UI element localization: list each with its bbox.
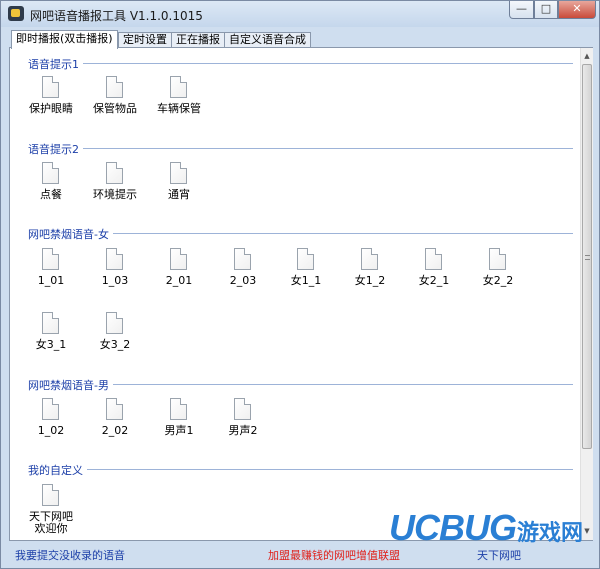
submit-voice-link[interactable]: 我要提交没收录的语音: [15, 547, 125, 563]
section-divider: [28, 148, 573, 149]
voice-list: 语音提示1 保护眼睛 保管物品 车辆保管 语音提示2 点餐 环境提示 通宵 网吧…: [10, 48, 580, 540]
file-icon: [42, 162, 59, 184]
file-icon: [106, 162, 123, 184]
file-icon: [361, 248, 378, 270]
voice-file[interactable]: 男声2: [212, 398, 274, 444]
voice-file[interactable]: 1_03: [84, 248, 146, 294]
file-icon: [297, 248, 314, 270]
file-label: 2_03: [229, 274, 257, 287]
tab-panel: 语音提示1 保护眼睛 保管物品 车辆保管 语音提示2 点餐 环境提示 通宵 网吧…: [9, 47, 593, 541]
close-button[interactable]: ✕: [558, 1, 596, 19]
file-label: 保管物品: [93, 102, 137, 115]
voice-file[interactable]: 环境提示: [84, 162, 146, 208]
file-icon: [42, 398, 59, 420]
file-label: 保护眼睛: [29, 102, 73, 115]
file-label: 男声1: [164, 424, 194, 437]
voice-file[interactable]: 女2_2: [467, 248, 529, 294]
section-divider: [28, 63, 573, 64]
vertical-scrollbar[interactable]: ▲ ▼: [580, 48, 593, 540]
tab-schedule[interactable]: 定时设置: [118, 32, 172, 48]
watermark-logo: UCBUG 游戏网: [389, 507, 595, 549]
file-icon: [42, 76, 59, 98]
maximize-button[interactable]: □: [534, 1, 558, 19]
section-header: 网吧禁烟语音-女: [28, 226, 573, 242]
voice-file[interactable]: 2_03: [212, 248, 274, 294]
file-label: 女1_2: [354, 274, 386, 287]
file-label: 1_03: [101, 274, 129, 287]
file-label: 车辆保管: [157, 102, 201, 115]
file-icon: [170, 248, 187, 270]
tab-now-playing[interactable]: 正在播报: [171, 32, 225, 48]
voice-file[interactable]: 女3_1: [20, 312, 82, 358]
site-link[interactable]: 天下网吧: [477, 547, 521, 563]
file-label: 环境提示: [93, 188, 137, 201]
file-icon: [425, 248, 442, 270]
voice-file[interactable]: 女2_1: [403, 248, 465, 294]
voice-file[interactable]: 点餐: [20, 162, 82, 208]
section-title: 我的自定义: [28, 462, 87, 478]
file-icon: [106, 398, 123, 420]
voice-file[interactable]: 1_01: [20, 248, 82, 294]
voice-file[interactable]: 女3_2: [84, 312, 146, 358]
section-header: 语音提示1: [28, 56, 573, 72]
file-label: 女2_1: [418, 274, 450, 287]
voice-file[interactable]: 保护眼睛: [20, 76, 82, 122]
section-title: 网吧禁烟语音-女: [28, 226, 113, 242]
watermark-brand: UCBUG: [389, 507, 517, 548]
file-label: 男声2: [228, 424, 258, 437]
file-icon: [170, 76, 187, 98]
section-header: 我的自定义: [28, 462, 573, 478]
window-title: 网吧语音播报工具 V1.1.0.1015: [30, 9, 203, 23]
minimize-button[interactable]: —: [509, 1, 534, 19]
file-icon: [106, 76, 123, 98]
tab-custom-synthesis[interactable]: 自定义语音合成: [224, 32, 311, 48]
section-title: 语音提示1: [28, 56, 83, 72]
file-label: 2_01: [165, 274, 193, 287]
file-label: 通宵: [168, 188, 190, 201]
app-window: 网吧语音播报工具 V1.1.0.1015 — □ ✕ 即时播报(双击播报) 定时…: [0, 0, 600, 569]
voice-file[interactable]: 2_02: [84, 398, 146, 444]
join-alliance-link[interactable]: 加盟最赚钱的网吧增值联盟: [268, 547, 400, 563]
file-label: 女1_1: [290, 274, 322, 287]
file-icon: [234, 248, 251, 270]
file-label: 1_01: [37, 274, 65, 287]
voice-file[interactable]: 1_02: [20, 398, 82, 444]
file-icon: [106, 312, 123, 334]
file-label: 天下网吧欢迎你: [29, 510, 73, 535]
tab-instant-broadcast[interactable]: 即时播报(双击播报): [11, 30, 118, 49]
voice-file[interactable]: 男声1: [148, 398, 210, 444]
voice-file[interactable]: 女1_2: [339, 248, 401, 294]
section-header: 语音提示2: [28, 141, 573, 157]
title-bar[interactable]: 网吧语音播报工具 V1.1.0.1015 — □ ✕: [1, 1, 599, 27]
scroll-up-icon[interactable]: ▲: [581, 50, 593, 63]
scroll-thumb[interactable]: [582, 64, 592, 449]
file-icon: [170, 398, 187, 420]
watermark-cn: 游戏网: [517, 521, 584, 546]
voice-file[interactable]: 车辆保管: [148, 76, 210, 122]
voice-file[interactable]: 通宵: [148, 162, 210, 208]
file-label: 女3_1: [35, 338, 67, 351]
section-title: 网吧禁烟语音-男: [28, 377, 113, 393]
voice-file[interactable]: 保管物品: [84, 76, 146, 122]
section-header: 网吧禁烟语音-男: [28, 377, 573, 393]
file-label: 2_02: [101, 424, 129, 437]
file-icon: [106, 248, 123, 270]
file-label: 点餐: [40, 188, 62, 201]
voice-file[interactable]: 2_01: [148, 248, 210, 294]
file-label: 1_02: [37, 424, 65, 437]
file-label: 女2_2: [482, 274, 514, 287]
app-icon: [8, 6, 24, 21]
file-icon: [42, 248, 59, 270]
file-icon: [234, 398, 251, 420]
file-icon: [170, 162, 187, 184]
file-icon: [489, 248, 506, 270]
file-label: 女3_2: [99, 338, 131, 351]
section-title: 语音提示2: [28, 141, 83, 157]
file-icon: [42, 484, 59, 506]
voice-file[interactable]: 天下网吧欢迎你: [20, 484, 82, 535]
grip-icon: [585, 255, 590, 260]
file-icon: [42, 312, 59, 334]
section-divider: [28, 469, 573, 470]
voice-file[interactable]: 女1_1: [275, 248, 337, 294]
